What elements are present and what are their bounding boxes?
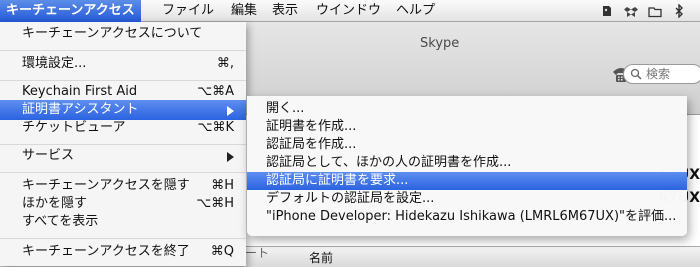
- menu-item-shortcut: ⌘H: [211, 178, 234, 193]
- menu-item-label: チケットビューア: [22, 120, 126, 135]
- menubar-item-keychain-access[interactable]: キーチェーンアクセス: [0, 0, 141, 22]
- menu-item-preferences[interactable]: 環境設定... ⌘,: [0, 54, 246, 74]
- menu-separator: [0, 50, 246, 51]
- submenu-item-label: "iPhone Developer: Hidekazu Ishikawa (LM…: [266, 209, 677, 224]
- menu-item-shortcut: ⌥⌘A: [197, 84, 234, 99]
- menubar-item-view[interactable]: 表示: [272, 0, 298, 22]
- menu-separator: [0, 80, 246, 81]
- column-header-name[interactable]: 名前: [309, 249, 333, 266]
- column-header[interactable]: 名前: [245, 246, 700, 267]
- menu-item-label: Keychain First Aid: [22, 84, 138, 99]
- dropbox-icon[interactable]: [624, 4, 638, 18]
- menubar-item-edit[interactable]: 編集: [231, 0, 257, 22]
- menu-item-label: キーチェーンアクセスを隠す: [22, 178, 190, 193]
- submenu-item-open[interactable]: 開く...: [247, 100, 687, 118]
- submenu-item-label: 認証局に証明書を要求...: [266, 173, 409, 188]
- menu-item-label: サービス: [22, 148, 75, 163]
- submenu-item-create-ca[interactable]: 認証局を作成...: [247, 136, 687, 154]
- menu-item-shortcut: ⌘,: [216, 56, 234, 71]
- menubar-item-help[interactable]: ヘルプ: [396, 0, 435, 22]
- menu-item-shortcut: ⌥⌘H: [196, 196, 234, 211]
- menu-item-label: ほかを隠す: [22, 196, 88, 211]
- menu-item-about[interactable]: キーチェーンアクセスについて: [0, 24, 246, 44]
- submenu-item-request-certificate[interactable]: 認証局に証明書を要求...: [247, 172, 687, 190]
- menu-item-shortcut: ⌘Q: [210, 244, 234, 259]
- certificate-assistant-submenu: 開く... 証明書を作成... 認証局を作成... 認証局として、ほかの人の証明…: [247, 96, 687, 236]
- search-placeholder: 検索: [646, 67, 671, 81]
- submenu-item-create-certificate[interactable]: 証明書を作成...: [247, 118, 687, 136]
- menu-item-quit[interactable]: キーチェーンアクセスを終了 ⌘Q: [0, 242, 246, 262]
- menu-separator: [0, 144, 246, 145]
- submenu-item-create-cert-for-others[interactable]: 認証局として、ほかの人の証明書を作成...: [247, 154, 687, 172]
- menu-item-hide-others[interactable]: ほかを隠す ⌥⌘H: [0, 194, 246, 214]
- menu-separator: [0, 172, 246, 173]
- menu-item-label: 証明書アシスタント: [22, 102, 139, 117]
- folder-icon[interactable]: [648, 4, 662, 18]
- menu-item-certificate-assistant[interactable]: 証明書アシスタント: [0, 100, 246, 120]
- submenu-item-label: 認証局として、ほかの人の証明書を作成...: [266, 155, 512, 170]
- submenu-item-evaluate-certificate[interactable]: "iPhone Developer: Hidekazu Ishikawa (LM…: [247, 208, 687, 226]
- menu-item-services[interactable]: サービス: [0, 146, 246, 166]
- bluetooth-icon[interactable]: [672, 4, 686, 18]
- submenu-item-label: デフォルトの認証局を設定...: [266, 191, 435, 206]
- submenu-item-label: 証明書を作成...: [266, 119, 357, 134]
- submenu-arrow-icon: [227, 152, 234, 162]
- menu-bar: キーチェーンアクセス ファイル 編集 表示 ウインドウ ヘルプ: [0, 0, 700, 22]
- menubar-item-window[interactable]: ウインドウ: [316, 0, 381, 22]
- menu-item-show-all[interactable]: すべてを表示: [0, 212, 246, 232]
- search-field[interactable]: 検索: [623, 64, 700, 84]
- menu-item-label: キーチェーンアクセスについて: [22, 26, 203, 41]
- search-icon: [630, 68, 642, 80]
- menu-item-label: 環境設定...: [22, 56, 87, 71]
- menu-item-label: キーチェーンアクセスを終了: [22, 244, 190, 259]
- window-title: Skype: [420, 36, 460, 51]
- menu-item-label: すべてを表示: [22, 214, 99, 229]
- submenu-item-label: 開く...: [266, 101, 305, 116]
- menu-item-ticket-viewer[interactable]: チケットビューア ⌥⌘K: [0, 118, 246, 138]
- submenu-arrow-icon: [227, 106, 234, 116]
- menu-item-keychain-first-aid[interactable]: Keychain First Aid ⌥⌘A: [0, 82, 246, 102]
- submenu-item-set-default-ca[interactable]: デフォルトの認証局を設定...: [247, 190, 687, 208]
- keychain-access-menu: キーチェーンアクセスについて 環境設定... ⌘, Keychain First…: [0, 22, 246, 266]
- evernote-icon[interactable]: [600, 4, 614, 18]
- menu-item-hide-keychain-access[interactable]: キーチェーンアクセスを隠す ⌘H: [0, 176, 246, 196]
- sidebar-text-fragment: ート: [245, 246, 270, 260]
- menu-separator: [0, 238, 246, 239]
- menu-item-shortcut: ⌥⌘K: [197, 120, 234, 135]
- submenu-item-label: 認証局を作成...: [266, 137, 357, 152]
- menubar-item-file[interactable]: ファイル: [162, 0, 214, 22]
